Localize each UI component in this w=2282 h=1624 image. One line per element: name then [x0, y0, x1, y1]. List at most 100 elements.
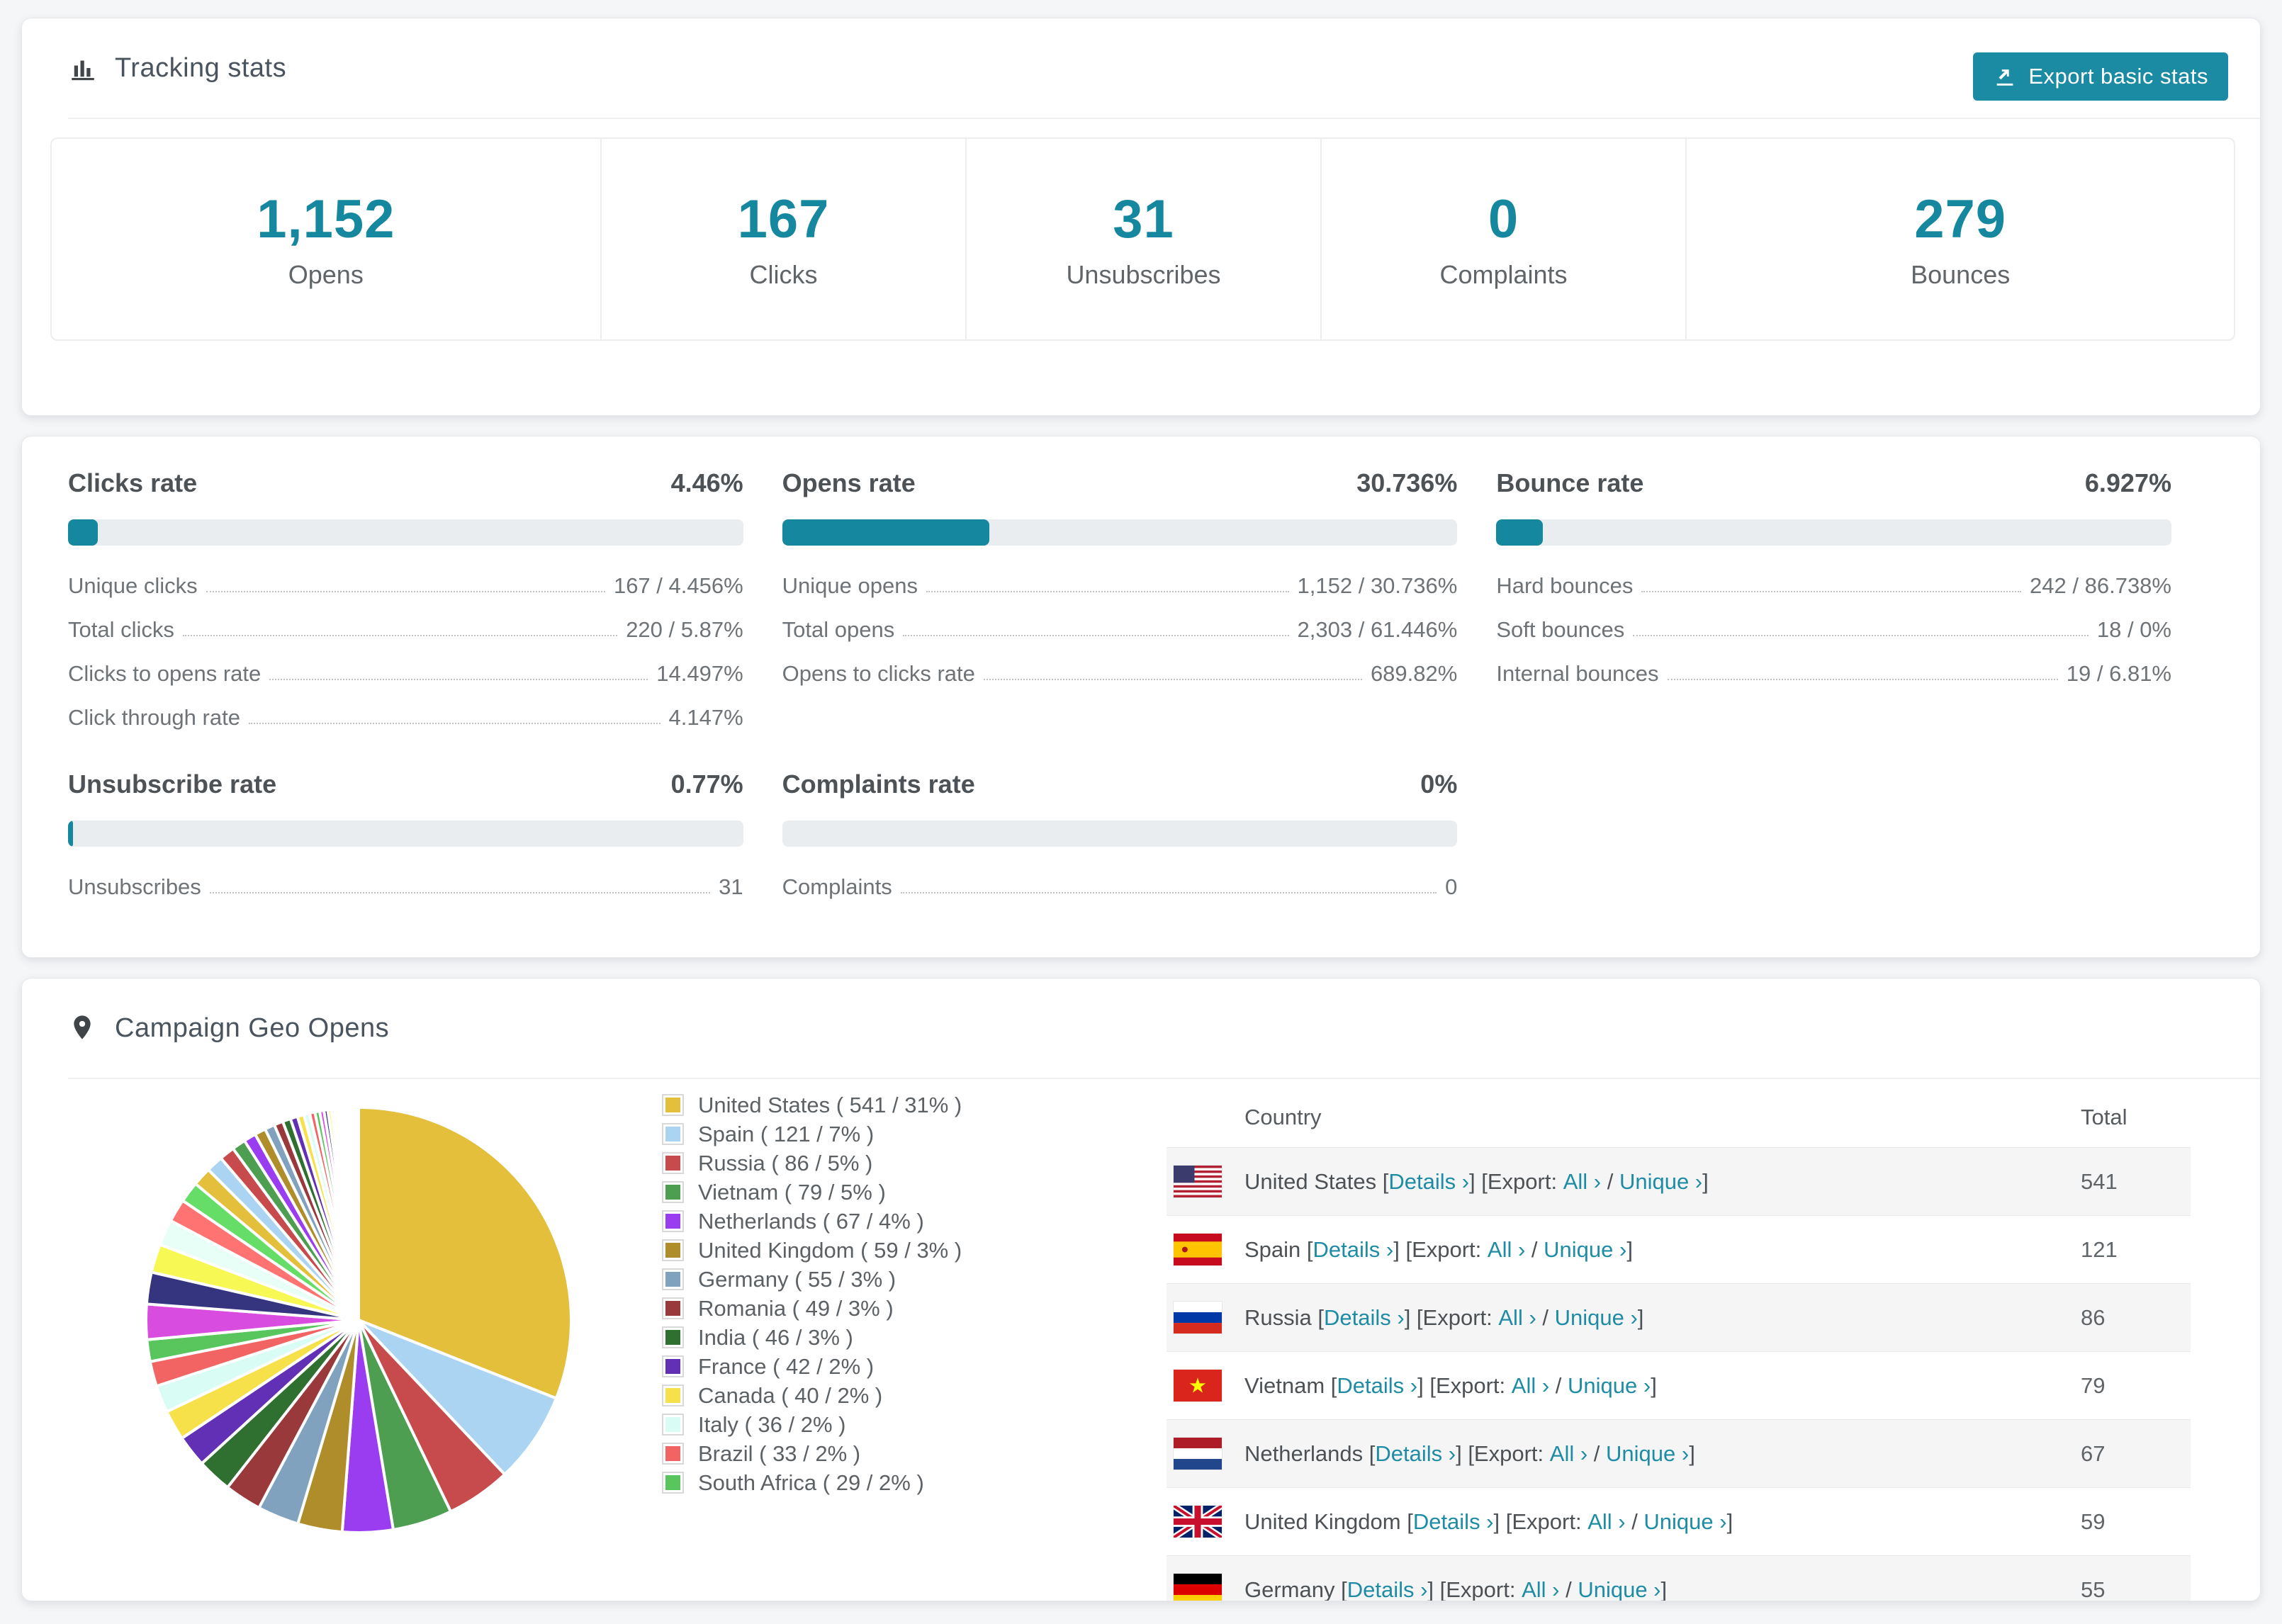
export-basic-stats-button[interactable]: Export basic stats	[1973, 52, 2228, 101]
details-link[interactable]: Details ›	[1347, 1577, 1428, 1601]
rate-title: Unsubscribe rate	[68, 769, 277, 799]
rate-value: 30.736%	[1356, 468, 1458, 497]
rate-row-label: Unique opens	[782, 573, 918, 598]
dotted-leader	[926, 591, 1289, 592]
geo-opens-pie-chart[interactable]	[139, 1100, 578, 1540]
table-row: Germany [Details ›] [Export: All › / Uni…	[1167, 1555, 2191, 1601]
details-link[interactable]: Details ›	[1313, 1237, 1394, 1263]
stats-summary-row: 1,152 Opens 167 Clicks 31 Unsubscribes 0 Compla…	[50, 137, 2235, 341]
details-link[interactable]: Details ›	[1324, 1305, 1405, 1331]
dotted-leader	[209, 892, 711, 893]
dotted-leader	[248, 723, 661, 724]
country-cell: Netherlands [Details ›] [Export: All › /…	[1244, 1440, 1695, 1467]
rate-value: 6.927%	[2084, 468, 2171, 497]
legend-item: United Kingdom ( 59 / 3% )	[662, 1236, 962, 1265]
legend-swatch	[662, 1355, 684, 1377]
rate-row-label: Clicks to opens rate	[68, 661, 262, 686]
map-pin-icon	[68, 1013, 98, 1043]
geo-header: Campaign Geo Opens	[68, 979, 2260, 1079]
rate-row-label: Total opens	[782, 617, 895, 642]
country-name: Spain	[1244, 1236, 1301, 1262]
rate-row-value: 19 / 6.81%	[2066, 661, 2171, 686]
tracking-stats-card: Tracking stats Export basic stats 1,152 O…	[21, 18, 2261, 416]
legend-item: France ( 42 / 2% )	[662, 1352, 962, 1381]
dotted-leader	[1641, 591, 2022, 592]
legend-label: South Africa ( 29 / 2% )	[698, 1470, 924, 1495]
legend-swatch	[662, 1443, 684, 1465]
country-name: Netherlands	[1244, 1440, 1364, 1466]
stat-cell-opens: 1,152 Opens	[52, 139, 600, 339]
rate-row: Total opens 2,303 / 61.446%	[782, 608, 1458, 652]
table-row: Russia [Details ›] [Export: All › / Uniq…	[1167, 1283, 2191, 1351]
export-all-link[interactable]: All ›	[1522, 1577, 1559, 1601]
dotted-leader	[900, 892, 1437, 893]
rate-row-value: 14.497%	[656, 661, 743, 686]
export-unique-link[interactable]: Unique ›	[1606, 1441, 1689, 1467]
export-all-link[interactable]: All ›	[1512, 1373, 1549, 1399]
rate-title: Bounce rate	[1496, 468, 1644, 497]
rate-row-label: Total clicks	[68, 617, 174, 642]
rate-row-label: Complaints	[782, 874, 892, 899]
total-cell: 121	[2081, 1236, 2118, 1262]
legend-swatch	[662, 1385, 684, 1406]
dotted-leader	[903, 635, 1289, 636]
legend-label: India ( 46 / 3% )	[698, 1324, 853, 1350]
stat-cell-unsubscribes: 31 Unsubscribes	[965, 139, 1320, 339]
legend-item: Spain ( 121 / 7% )	[662, 1120, 962, 1149]
rate-row: Complaints 0	[782, 865, 1458, 909]
rate-row-label: Unique clicks	[68, 573, 198, 598]
country-cell: Vietnam [Details ›] [Export: All › / Uni…	[1244, 1372, 1657, 1399]
export-all-link[interactable]: All ›	[1587, 1509, 1625, 1535]
export-unique-link[interactable]: Unique ›	[1619, 1169, 1702, 1195]
export-all-link[interactable]: All ›	[1498, 1305, 1536, 1331]
legend-label: Canada ( 40 / 2% )	[698, 1382, 883, 1408]
stat-label: Opens	[288, 260, 364, 289]
details-link[interactable]: Details ›	[1413, 1509, 1494, 1535]
stat-label: Unsubscribes	[1066, 260, 1221, 289]
dotted-leader	[269, 679, 648, 680]
export-unique-link[interactable]: Unique ›	[1578, 1577, 1660, 1601]
details-link[interactable]: Details ›	[1388, 1169, 1469, 1195]
table-row: United States [Details ›] [Export: All ›…	[1167, 1147, 2191, 1215]
rate-row-value: 689.82%	[1370, 661, 1458, 686]
rate-row: Soft bounces 18 / 0%	[1496, 608, 2171, 652]
legend-label: United States ( 541 / 31% )	[698, 1092, 962, 1117]
rate-row: Internal bounces 19 / 6.81%	[1496, 652, 2171, 696]
country-name: Germany	[1244, 1577, 1335, 1601]
stat-label: Complaints	[1439, 260, 1568, 289]
legend-item: Brazil ( 33 / 2% )	[662, 1439, 962, 1468]
legend-item: India ( 46 / 3% )	[662, 1323, 962, 1352]
legend-swatch	[662, 1414, 684, 1436]
geo-table-header: Country Total	[1167, 1085, 2191, 1147]
export-unique-link[interactable]: Unique ›	[1568, 1373, 1651, 1399]
export-all-link[interactable]: All ›	[1488, 1237, 1525, 1263]
rate-value: 4.46%	[670, 468, 743, 497]
rate-progress-bar	[1496, 519, 2171, 546]
legend-item: Canada ( 40 / 2% )	[662, 1381, 962, 1410]
export-unique-link[interactable]: Unique ›	[1643, 1509, 1726, 1535]
export-all-link[interactable]: All ›	[1550, 1441, 1587, 1467]
export-unique-link[interactable]: Unique ›	[1544, 1237, 1626, 1263]
legend-swatch	[662, 1326, 684, 1348]
export-icon	[1993, 64, 2017, 89]
rate-row: Click through rate 4.147%	[68, 696, 743, 740]
campaign-geo-opens-card: Campaign Geo Opens United States ( 541 /…	[21, 978, 2261, 1601]
rate-row: Clicks to opens rate 14.497%	[68, 652, 743, 696]
total-cell: 79	[2081, 1372, 2106, 1398]
details-link[interactable]: Details ›	[1337, 1373, 1417, 1399]
rate-progress-bar	[782, 821, 1458, 847]
export-unique-link[interactable]: Unique ›	[1555, 1305, 1638, 1331]
legend-item: Netherlands ( 67 / 4% )	[662, 1207, 962, 1236]
rate-block-unsubscribe-rate: Unsubscribe rate 0.77% Unsubscribes 31	[68, 769, 743, 909]
rate-title: Clicks rate	[68, 468, 198, 497]
rate-row: Unsubscribes 31	[68, 865, 743, 909]
country-name: United Kingdom	[1244, 1509, 1401, 1534]
rate-row-value: 31	[719, 874, 743, 899]
rate-progress-bar	[68, 821, 743, 847]
total-cell: 541	[2081, 1168, 2118, 1194]
export-all-link[interactable]: All ›	[1563, 1169, 1601, 1195]
details-link[interactable]: Details ›	[1375, 1441, 1456, 1467]
geo-table: Country Total United States [Details ›] …	[1167, 1085, 2191, 1601]
rate-row: Unique clicks 167 / 4.456%	[68, 564, 743, 608]
rate-row-value: 1,152 / 30.736%	[1297, 573, 1458, 598]
